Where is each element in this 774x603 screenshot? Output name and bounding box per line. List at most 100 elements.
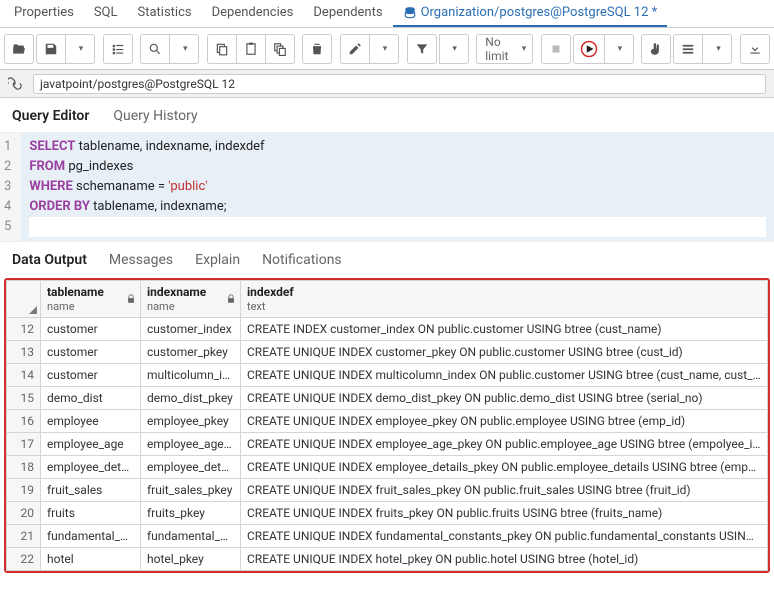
- tab-properties[interactable]: Properties: [4, 0, 84, 27]
- cell-indexdef[interactable]: CREATE UNIQUE INDEX multicolumn_index ON…: [241, 364, 768, 387]
- filter-dropdown[interactable]: ▾: [439, 34, 469, 64]
- output-tabs: Data Output Messages Explain Notificatio…: [0, 241, 774, 274]
- cell-indexdef[interactable]: CREATE UNIQUE INDEX fundamental_constant…: [241, 525, 768, 548]
- tab-query-editor[interactable]: Query Editor: [12, 108, 89, 124]
- save-icon: [44, 42, 58, 56]
- cell-indexname[interactable]: demo_dist_pkey: [141, 387, 241, 410]
- cell-tablename[interactable]: hotel: [41, 548, 141, 571]
- delete-button[interactable]: [302, 34, 332, 64]
- limit-select[interactable]: No limit ▾: [476, 34, 533, 64]
- edit-button[interactable]: [340, 34, 370, 64]
- cell-tablename[interactable]: customer: [41, 318, 141, 341]
- save-button[interactable]: [36, 34, 66, 64]
- row-number[interactable]: 15: [7, 387, 41, 410]
- cell-indexdef[interactable]: CREATE INDEX customer_index ON public.cu…: [241, 318, 768, 341]
- row-number[interactable]: 18: [7, 456, 41, 479]
- table-row[interactable]: 17employee_ageemployee_age_p...CREATE UN…: [7, 433, 768, 456]
- cell-indexname[interactable]: employee_pkey: [141, 410, 241, 433]
- cell-tablename[interactable]: fruit_sales: [41, 479, 141, 502]
- row-number[interactable]: 12: [7, 318, 41, 341]
- paste-multi-button[interactable]: [265, 34, 295, 64]
- cell-tablename[interactable]: employee_details: [41, 456, 141, 479]
- cell-tablename[interactable]: customer: [41, 341, 141, 364]
- cell-indexdef[interactable]: CREATE UNIQUE INDEX fruit_sales_pkey ON …: [241, 479, 768, 502]
- edit-dropdown[interactable]: ▾: [369, 34, 399, 64]
- cell-indexname[interactable]: customer_index: [141, 318, 241, 341]
- tab-explain[interactable]: Explain: [195, 252, 240, 268]
- connection-field[interactable]: javatpoint/postgres@PostgreSQL 12: [33, 74, 766, 94]
- table-row[interactable]: 21fundamental_co...fundamental_co...CREA…: [7, 525, 768, 548]
- row-number[interactable]: 21: [7, 525, 41, 548]
- row-number[interactable]: 17: [7, 433, 41, 456]
- table-row[interactable]: 19fruit_salesfruit_sales_pkeyCREATE UNIQ…: [7, 479, 768, 502]
- execute-button[interactable]: [573, 34, 605, 64]
- tab-statistics[interactable]: Statistics: [128, 0, 202, 27]
- open-file-button[interactable]: [4, 34, 34, 64]
- cell-tablename[interactable]: demo_dist: [41, 387, 141, 410]
- table-row[interactable]: 20fruitsfruits_pkeyCREATE UNIQUE INDEX f…: [7, 502, 768, 525]
- cell-indexdef[interactable]: CREATE UNIQUE INDEX employee_details_pke…: [241, 456, 768, 479]
- cell-indexname[interactable]: hotel_pkey: [141, 548, 241, 571]
- cell-indexname[interactable]: employee_age_p...: [141, 433, 241, 456]
- cell-tablename[interactable]: fundamental_co...: [41, 525, 141, 548]
- download-button[interactable]: [740, 34, 770, 64]
- stop-button[interactable]: [541, 34, 571, 64]
- row-number[interactable]: 19: [7, 479, 41, 502]
- stop-icon: [549, 42, 563, 56]
- cell-indexname[interactable]: employee_detail...: [141, 456, 241, 479]
- cell-indexdef[interactable]: CREATE UNIQUE INDEX demo_dist_pkey ON pu…: [241, 387, 768, 410]
- tab-query-tool[interactable]: Organization/postgres@PostgreSQL 12 *: [393, 0, 668, 27]
- cell-indexname[interactable]: fundamental_co...: [141, 525, 241, 548]
- table-row[interactable]: 18employee_detailsemployee_detail...CREA…: [7, 456, 768, 479]
- table-row[interactable]: 13customercustomer_pkeyCREATE UNIQUE IND…: [7, 341, 768, 364]
- table-row[interactable]: 16employeeemployee_pkeyCREATE UNIQUE IND…: [7, 410, 768, 433]
- table-row[interactable]: 12customercustomer_indexCREATE INDEX cus…: [7, 318, 768, 341]
- search-button[interactable]: [140, 34, 170, 64]
- row-number[interactable]: 13: [7, 341, 41, 364]
- save-dropdown[interactable]: ▾: [65, 34, 95, 64]
- copy-stack-icon: [273, 42, 287, 56]
- cell-indexdef[interactable]: CREATE UNIQUE INDEX hotel_pkey ON public…: [241, 548, 768, 571]
- cell-indexname[interactable]: multicolumn_ind...: [141, 364, 241, 387]
- sql-editor[interactable]: 1 2 3 4 5 SELECT tablename, indexname, i…: [0, 133, 774, 241]
- code-area[interactable]: SELECT tablename, indexname, indexdef FR…: [21, 133, 774, 241]
- copy-button[interactable]: [207, 34, 237, 64]
- cell-tablename[interactable]: employee: [41, 410, 141, 433]
- column-header-indexname[interactable]: indexnamename: [141, 281, 241, 318]
- macros-button[interactable]: [673, 34, 703, 64]
- cell-indexname[interactable]: customer_pkey: [141, 341, 241, 364]
- filter-button[interactable]: [407, 34, 437, 64]
- tab-dependents[interactable]: Dependents: [303, 0, 392, 27]
- tab-data-output[interactable]: Data Output: [12, 252, 87, 268]
- find-replace-button[interactable]: [103, 34, 133, 64]
- paste-button[interactable]: [236, 34, 266, 64]
- search-dropdown[interactable]: ▾: [169, 34, 199, 64]
- cell-indexdef[interactable]: CREATE UNIQUE INDEX employee_pkey ON pub…: [241, 410, 768, 433]
- select-all-corner[interactable]: [7, 281, 41, 318]
- tab-messages[interactable]: Messages: [109, 252, 173, 268]
- cell-indexdef[interactable]: CREATE UNIQUE INDEX customer_pkey ON pub…: [241, 341, 768, 364]
- execute-dropdown[interactable]: ▾: [604, 34, 634, 64]
- column-header-indexdef[interactable]: indexdeftext: [241, 281, 768, 318]
- cell-tablename[interactable]: customer: [41, 364, 141, 387]
- row-number[interactable]: 16: [7, 410, 41, 433]
- column-header-tablename[interactable]: tablenamename: [41, 281, 141, 318]
- table-row[interactable]: 15demo_distdemo_dist_pkeyCREATE UNIQUE I…: [7, 387, 768, 410]
- table-row[interactable]: 14customermulticolumn_ind...CREATE UNIQU…: [7, 364, 768, 387]
- cell-indexname[interactable]: fruit_sales_pkey: [141, 479, 241, 502]
- cell-tablename[interactable]: employee_age: [41, 433, 141, 456]
- cell-indexdef[interactable]: CREATE UNIQUE INDEX fruits_pkey ON publi…: [241, 502, 768, 525]
- cell-indexdef[interactable]: CREATE UNIQUE INDEX employee_age_pkey ON…: [241, 433, 768, 456]
- row-number[interactable]: 14: [7, 364, 41, 387]
- tab-dependencies[interactable]: Dependencies: [202, 0, 304, 27]
- table-row[interactable]: 22hotelhotel_pkeyCREATE UNIQUE INDEX hot…: [7, 548, 768, 571]
- row-number[interactable]: 22: [7, 548, 41, 571]
- macros-dropdown[interactable]: ▾: [702, 34, 732, 64]
- tab-notifications[interactable]: Notifications: [262, 252, 342, 268]
- cell-indexname[interactable]: fruits_pkey: [141, 502, 241, 525]
- tab-sql[interactable]: SQL: [84, 0, 128, 27]
- row-number[interactable]: 20: [7, 502, 41, 525]
- cell-tablename[interactable]: fruits: [41, 502, 141, 525]
- tab-query-history[interactable]: Query History: [113, 108, 197, 124]
- explain-button[interactable]: [641, 34, 671, 64]
